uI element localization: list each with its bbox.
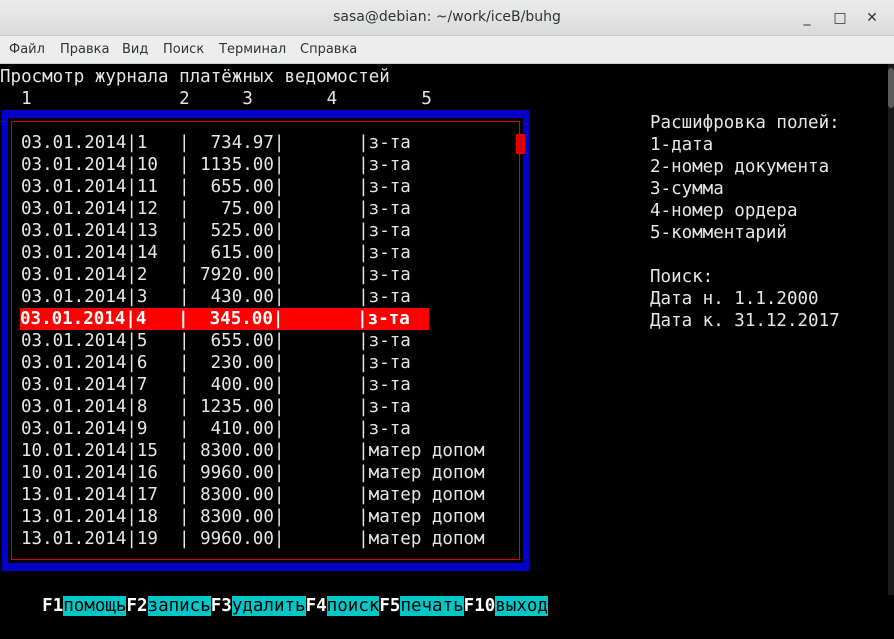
terminal-scroll-thumb[interactable] (888, 68, 894, 108)
menubar: Файл Правка Вид Поиск Терминал Справка (0, 36, 894, 64)
fkey-delete-button[interactable]: удалить (231, 596, 306, 616)
close-icon[interactable]: ✕ (862, 8, 882, 28)
column-numbers: 1 2 3 4 5 (0, 89, 432, 109)
menu-file[interactable]: Файл (9, 42, 45, 57)
table-row-selected[interactable]: 03.01.2014|4 | 345.00| |з-та (20, 308, 429, 330)
fkey-f5-key: F5 (379, 596, 401, 616)
table-row[interactable]: 13.01.2014|19 | 9960.00| |матер допом (21, 528, 485, 550)
legend-title: Расшифровка полей: (650, 113, 840, 133)
function-key-bar: F1помощьF2записьF3удалитьF4поискF5печать… (0, 573, 548, 616)
menu-view[interactable]: Вид (122, 42, 148, 57)
fkey-exit-button[interactable]: выход (495, 596, 548, 616)
table-row[interactable]: 03.01.2014|14 | 615.00| |з-та (21, 242, 411, 264)
maximize-icon[interactable]: □ (830, 8, 850, 28)
terminal-scrollbar[interactable] (888, 64, 894, 595)
search-date-to: Дата к. 31.12.2017 (650, 311, 840, 331)
menu-terminal[interactable]: Терминал (219, 42, 286, 57)
table-row[interactable]: 13.01.2014|17 | 8300.00| |матер допом (21, 484, 485, 506)
fkey-print-button[interactable]: печать (400, 596, 464, 616)
table-row[interactable]: 13.01.2014|18 | 8300.00| |матер допом (21, 506, 485, 528)
fkey-save-button[interactable]: запись (147, 596, 211, 616)
table-row[interactable]: 03.01.2014|2 | 7920.00| |з-та (21, 264, 411, 286)
minimize-icon[interactable]: _ (797, 8, 817, 28)
table-row[interactable]: 03.01.2014|12 | 75.00| |з-та (21, 198, 411, 220)
fkey-f10-key: F10 (463, 596, 496, 616)
menu-search[interactable]: Поиск (163, 42, 204, 57)
table-row[interactable]: 03.01.2014|8 | 1235.00| |з-та (21, 396, 411, 418)
window-title: sasa@debian: ~/work/iceB/buhg (333, 9, 561, 25)
table-row[interactable]: 03.01.2014|7 | 400.00| |з-та (21, 374, 411, 396)
table-row[interactable]: 03.01.2014|10 | 1135.00| |з-та (21, 154, 411, 176)
fkey-f2-key: F2 (126, 596, 148, 616)
legend-item: 4-номер ордера (650, 201, 798, 221)
search-title: Поиск: (650, 267, 714, 287)
table-row[interactable]: 03.01.2014|13 | 525.00| |з-та (21, 220, 411, 242)
screen-heading: Просмотр журнала платёжных ведомостей (0, 67, 390, 87)
journal-scroll-thumb[interactable] (516, 134, 525, 154)
menu-edit[interactable]: Правка (60, 42, 109, 57)
menu-help[interactable]: Справка (300, 42, 357, 57)
fkey-f4-key: F4 (305, 596, 327, 616)
table-row[interactable]: 03.01.2014|6 | 230.00| |з-та (21, 352, 411, 374)
fkey-search-button[interactable]: поиск (326, 596, 380, 616)
table-row[interactable]: 10.01.2014|15 | 8300.00| |матер допом (21, 440, 485, 462)
fkey-f1-key: F1 (42, 596, 64, 616)
table-row[interactable]: 03.01.2014|5 | 655.00| |з-та (21, 330, 411, 352)
table-row[interactable]: 03.01.2014|3 | 430.00| |з-та (21, 286, 411, 308)
legend-item: 2-номер документа (650, 157, 830, 177)
table-row[interactable]: 03.01.2014|9 | 410.00| |з-та (21, 418, 411, 440)
window-titlebar[interactable]: sasa@debian: ~/work/iceB/buhg _ □ ✕ (0, 0, 894, 36)
legend-item: 3-сумма (650, 179, 724, 199)
fkey-help-button[interactable]: помощь (63, 596, 127, 616)
search-date-from: Дата н. 1.1.2000 (650, 289, 819, 309)
table-row[interactable]: 03.01.2014|11 | 655.00| |з-та (21, 176, 411, 198)
legend-item: 5-комментарий (650, 223, 787, 243)
table-row[interactable]: 10.01.2014|16 | 9960.00| |матер допом (21, 462, 485, 484)
fkey-f3-key: F3 (210, 596, 232, 616)
legend-item: 1-дата (650, 135, 714, 155)
table-row[interactable]: 03.01.2014|1 | 734.97| |з-та (21, 132, 411, 154)
terminal-area[interactable]: Просмотр журнала платёжных ведомостей 1 … (0, 64, 894, 616)
